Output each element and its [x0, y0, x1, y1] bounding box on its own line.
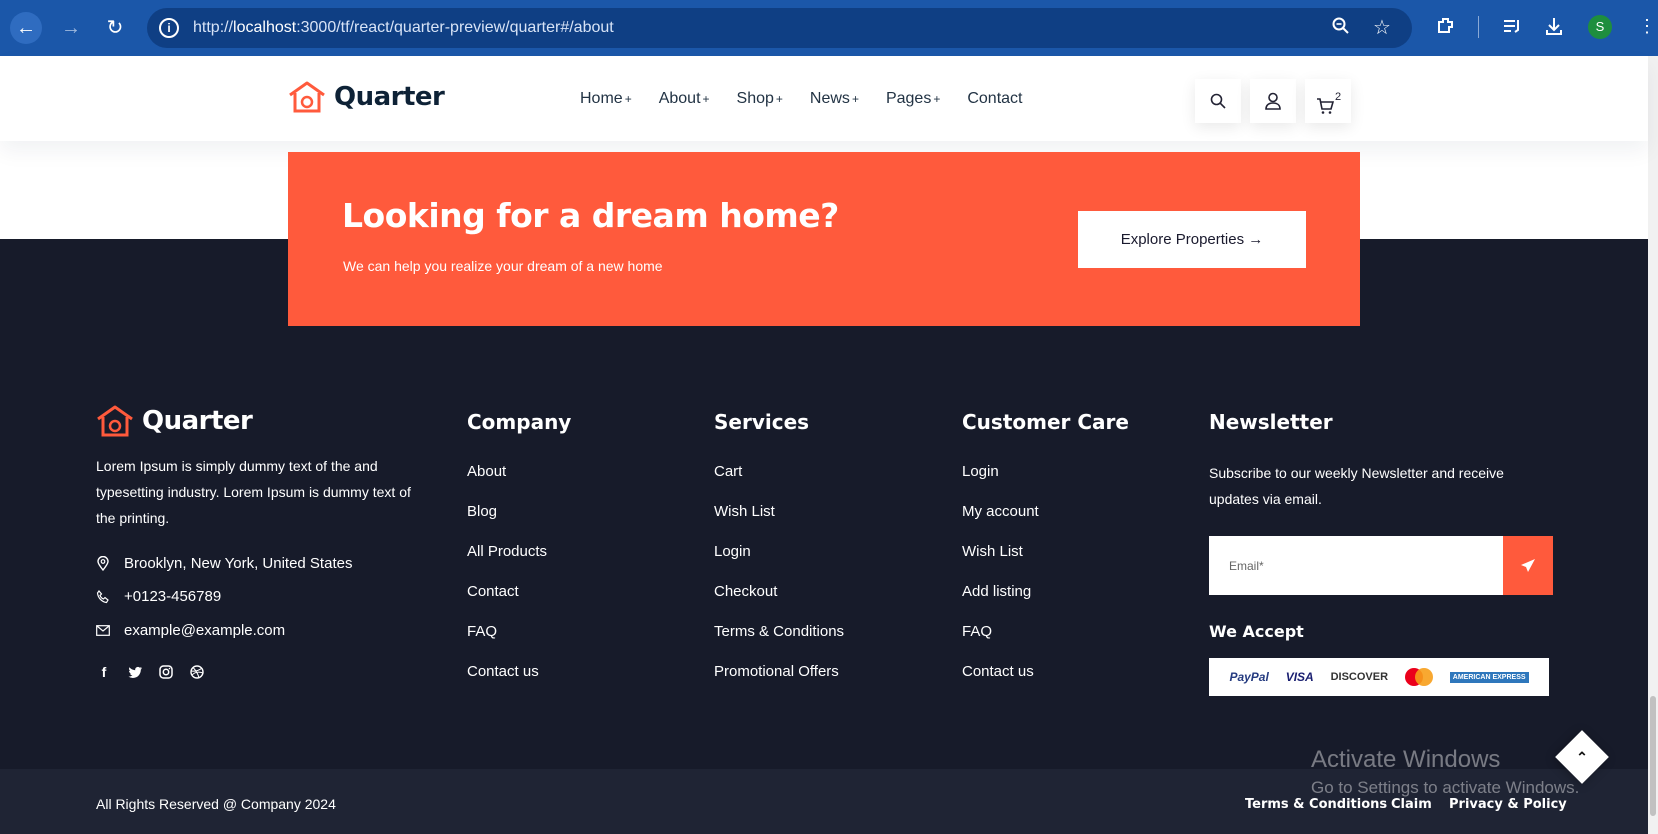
- twitter-icon[interactable]: [127, 664, 143, 680]
- footer-link-login[interactable]: Login: [962, 463, 1039, 503]
- footer-link-promotional-offers[interactable]: Promotional Offers: [714, 663, 844, 703]
- mastercard-logo: [1404, 668, 1433, 686]
- browser-toolbar: ← → ↻ i http://localhost:3000/tf/react/q…: [0, 0, 1658, 56]
- customer-care-title: Customer Care: [962, 410, 1129, 434]
- company-links: About Blog All Products Contact FAQ Cont…: [467, 463, 547, 703]
- cta-banner: Looking for a dream home? We can help yo…: [288, 152, 1360, 326]
- windows-watermark-title: Activate Windows: [1311, 746, 1501, 773]
- footer-link-blog[interactable]: Blog: [467, 503, 547, 543]
- footer-link-wish-list[interactable]: Wish List: [962, 543, 1039, 583]
- footer-link-all-products[interactable]: All Products: [467, 543, 547, 583]
- newsletter-submit-button[interactable]: [1503, 536, 1553, 595]
- download-icon[interactable]: [1544, 16, 1564, 41]
- payment-methods: PayPal VISA DISCOVER AMERICAN EXPRESS: [1209, 658, 1549, 696]
- footer-link-terms[interactable]: Terms & Conditions: [714, 623, 844, 663]
- cta-subtitle: We can help you realize your dream of a …: [343, 258, 663, 274]
- house-logo-icon: [289, 81, 325, 113]
- footer-link-wish-list[interactable]: Wish List: [714, 503, 844, 543]
- paper-plane-icon: [1521, 558, 1535, 572]
- footer-email[interactable]: example@example.com: [96, 622, 285, 639]
- privacy-policy-link[interactable]: Privacy & Policy: [1449, 797, 1567, 812]
- newsletter-title: Newsletter: [1209, 410, 1333, 434]
- forward-arrow-icon[interactable]: →: [55, 12, 87, 44]
- brand-name: Quarter: [334, 82, 445, 112]
- footer-link-checkout[interactable]: Checkout: [714, 583, 844, 623]
- amex-logo: AMERICAN EXPRESS: [1449, 671, 1529, 683]
- header-logo[interactable]: Quarter: [288, 80, 445, 114]
- bookmark-star-icon[interactable]: ☆: [1373, 15, 1391, 40]
- company-title: Company: [467, 410, 572, 434]
- paypal-logo: PayPal: [1229, 670, 1269, 684]
- footer-logo[interactable]: Quarter: [96, 404, 253, 438]
- user-icon: [1265, 92, 1281, 110]
- header-cart-button[interactable]: 2: [1305, 79, 1351, 123]
- header-search-button[interactable]: [1195, 79, 1241, 123]
- customer-care-links: Login My account Wish List Add listing F…: [962, 463, 1039, 703]
- footer-link-contact-us[interactable]: Contact us: [467, 663, 547, 703]
- phone-icon: [96, 589, 110, 604]
- footer-link-faq[interactable]: FAQ: [962, 623, 1039, 663]
- page-scrollbar[interactable]: [1648, 56, 1658, 834]
- footer-link-faq[interactable]: FAQ: [467, 623, 547, 663]
- footer-address: Brooklyn, New York, United States: [96, 555, 352, 572]
- footer-phone[interactable]: +0123-456789: [96, 588, 221, 605]
- nav-pages[interactable]: Pages +: [886, 90, 940, 108]
- footer-brand-name: Quarter: [142, 406, 253, 436]
- copyright-text: All Rights Reserved @ Company 2024: [96, 796, 336, 812]
- extensions-icon[interactable]: [1436, 16, 1456, 41]
- newsletter-text: Subscribe to our weekly Newsletter and r…: [1209, 465, 1504, 507]
- house-logo-icon: [97, 405, 133, 437]
- profile-avatar[interactable]: S: [1588, 15, 1612, 39]
- nav-shop[interactable]: Shop +: [737, 90, 783, 108]
- location-pin-icon: [96, 556, 110, 571]
- search-icon: [1210, 93, 1226, 109]
- facebook-icon[interactable]: f: [96, 664, 112, 680]
- back-arrow-icon[interactable]: ←: [10, 12, 42, 44]
- visa-logo: VISA: [1285, 670, 1314, 684]
- social-links: f: [96, 664, 220, 680]
- footer-about-text: Lorem Ipsum is simply dummy text of the …: [96, 458, 411, 526]
- nav-contact[interactable]: Contact: [967, 90, 1022, 108]
- terms-link[interactable]: Terms & Conditions: [1245, 797, 1387, 812]
- reading-list-icon[interactable]: [1502, 16, 1522, 41]
- url-text[interactable]: http://localhost:3000/tf/react/quarter-p…: [193, 19, 614, 37]
- nav-about[interactable]: About +: [659, 90, 710, 108]
- toolbar-divider: [1478, 16, 1479, 38]
- chevron-up-icon: ⌃: [1576, 748, 1588, 765]
- dribbble-icon[interactable]: [189, 664, 205, 680]
- nav-news[interactable]: News +: [810, 90, 859, 108]
- envelope-icon: [96, 625, 110, 636]
- reload-icon[interactable]: ↻: [99, 12, 131, 44]
- cart-count: 2: [1334, 91, 1342, 103]
- zoom-icon[interactable]: [1332, 17, 1350, 40]
- site-info-icon[interactable]: i: [159, 18, 179, 38]
- instagram-icon[interactable]: [158, 664, 174, 680]
- cta-title: Looking for a dream home?: [342, 196, 839, 235]
- header-account-button[interactable]: [1250, 79, 1296, 123]
- discover-logo: DISCOVER: [1330, 671, 1389, 683]
- newsletter-email-input[interactable]: [1209, 536, 1503, 595]
- cart-icon: [1316, 98, 1334, 114]
- services-links: Cart Wish List Login Checkout Terms & Co…: [714, 463, 844, 703]
- scroll-to-top-button[interactable]: ⌃: [1555, 730, 1609, 784]
- services-title: Services: [714, 410, 810, 434]
- footer-link-login[interactable]: Login: [714, 543, 844, 583]
- footer-link-contact[interactable]: Contact: [467, 583, 547, 623]
- footer-link-cart[interactable]: Cart: [714, 463, 844, 503]
- address-bar[interactable]: i http://localhost:3000/tf/react/quarter…: [147, 8, 1412, 48]
- footer-link-contact-us[interactable]: Contact us: [962, 663, 1039, 703]
- explore-properties-button[interactable]: Explore Properties →: [1078, 211, 1306, 268]
- windows-watermark-subtitle: Go to Settings to activate Windows.: [1311, 778, 1580, 797]
- claim-link[interactable]: Claim: [1391, 797, 1432, 812]
- arrow-right-icon: →: [1248, 231, 1264, 248]
- footer-link-my-account[interactable]: My account: [962, 503, 1039, 543]
- more-menu-icon[interactable]: ⋮: [1638, 16, 1656, 37]
- we-accept-title: We Accept: [1209, 622, 1304, 641]
- scrollbar-thumb[interactable]: [1650, 696, 1656, 816]
- site-header: Quarter Home + About + Shop + News + Pages + …: [0, 56, 1648, 141]
- main-nav: Home + About + Shop + News + Pages + Contact: [580, 90, 1049, 108]
- footer-link-about[interactable]: About: [467, 463, 547, 503]
- nav-home[interactable]: Home +: [580, 90, 632, 108]
- footer-link-add-listing[interactable]: Add listing: [962, 583, 1039, 623]
